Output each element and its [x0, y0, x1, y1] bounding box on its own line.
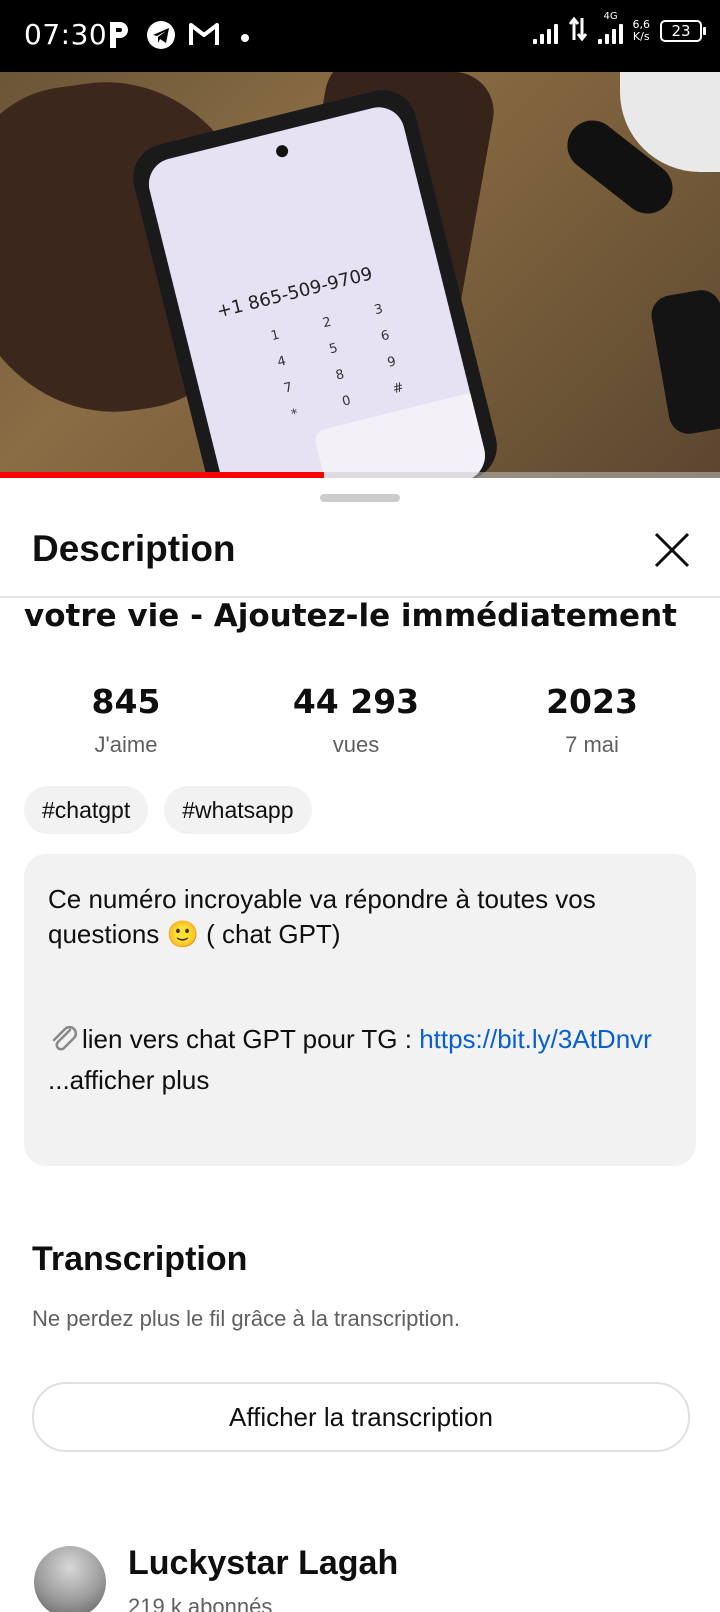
telegram-icon [146, 20, 176, 55]
description-sheet: Description votre vie - Ajoutez-le imméd… [0, 478, 720, 1612]
paperclip-icon [48, 1022, 80, 1063]
dot-icon [240, 30, 250, 48]
status-indicators: 4G 6,6 K/s 23 [532, 12, 706, 46]
stat-label: J'aime [94, 732, 158, 757]
description-line-2: lien vers chat GPT pour TG : https://bit… [48, 1022, 672, 1063]
status-time: 07:30 [24, 18, 108, 51]
signal-icon-2: 4G [597, 12, 623, 44]
network-speed: 6,6 K/s [633, 19, 651, 43]
sheet-title: Description [32, 528, 236, 569]
close-icon [654, 532, 690, 568]
battery-level: 23 [671, 22, 691, 40]
hashtag-chip-chatgpt[interactable]: #chatgpt [24, 786, 149, 834]
stat-value: 44 293 [292, 682, 420, 721]
description-text: Ce numéro incroyable va répondre à toute… [48, 882, 672, 1098]
drag-handle[interactable] [320, 494, 400, 502]
stat-date: 2023 7 mai [492, 682, 692, 758]
stat-value: 845 [91, 682, 161, 721]
channel-avatar[interactable] [34, 1546, 106, 1612]
description-box[interactable]: Ce numéro incroyable va répondre à toute… [24, 854, 696, 1166]
video-title: votre vie - Ajoutez-le immédiatement [24, 598, 677, 634]
network-type-label: 4G [603, 11, 618, 22]
stat-likes: 845 J'aime [26, 682, 226, 758]
stat-label: vues [332, 732, 380, 757]
description-line-1: Ce numéro incroyable va répondre à toute… [48, 884, 596, 949]
description-link[interactable]: https://bit.ly/3AtDnvr [419, 1024, 652, 1054]
stat-value: 2023 [546, 682, 638, 721]
transcription-subtitle: Ne perdez plus le fil grâce à la transcr… [32, 1306, 460, 1331]
video-player[interactable]: +1 865-509-9709 123 456 789 * 0 # [0, 72, 720, 478]
transcription-title: Transcription [32, 1240, 248, 1278]
video-stats: 845 J'aime 44 293 vues 2023 7 mai [0, 682, 720, 762]
gmail-icon [188, 20, 220, 53]
video-frame-camera [274, 143, 290, 159]
stat-views: 44 293 vues [256, 682, 456, 758]
status-bar: 07:30 4G 6,6 K/s 23 [0, 0, 720, 72]
battery-icon: 23 [660, 20, 706, 42]
channel-subscribers: 219 k abonnés [128, 1594, 273, 1612]
speed-unit: K/s [632, 30, 650, 43]
show-more-link[interactable]: ...afficher plus [48, 1063, 672, 1098]
close-button[interactable] [648, 526, 696, 574]
signal-icon-1 [532, 18, 558, 44]
description-link-label: lien vers chat GPT pour TG : [82, 1024, 420, 1054]
video-frame-object-2 [648, 286, 720, 438]
video-frame-dialpad: 123 456 789 * 0 # [269, 301, 406, 423]
parking-icon [106, 20, 130, 55]
stat-label: 7 mai [565, 732, 619, 757]
hashtag-chip-whatsapp[interactable]: #whatsapp [164, 786, 312, 834]
data-arrows-icon [568, 16, 588, 46]
hashtag-chips: #chatgpt #whatsapp [24, 786, 312, 834]
show-transcript-button[interactable]: Afficher la transcription [32, 1382, 690, 1452]
channel-name[interactable]: Luckystar Lagah [128, 1544, 398, 1583]
